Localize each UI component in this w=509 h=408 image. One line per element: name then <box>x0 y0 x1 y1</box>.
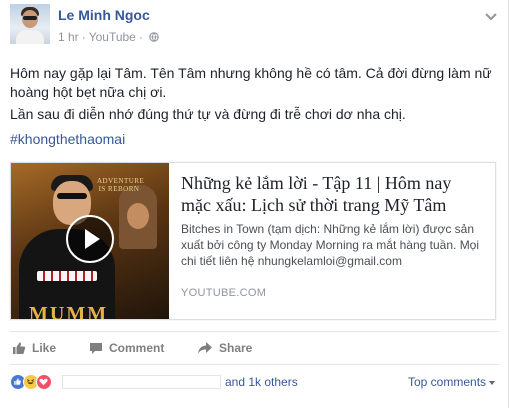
post-source[interactable]: YouTube <box>89 30 136 44</box>
caret-down-icon <box>489 380 496 385</box>
comment-icon <box>90 343 102 354</box>
thumbs-up-icon <box>13 342 26 354</box>
share-label: Share <box>219 341 253 355</box>
love-reaction-icon[interactable] <box>36 374 52 390</box>
author-name[interactable]: Le Minh Ngoc <box>58 7 150 23</box>
post-text-paragraph-1: Hôm nay gặp lại Tâm. Tên Tâm nhưng không… <box>10 65 492 100</box>
hashtag-link[interactable]: #khongthethaomai <box>10 131 125 147</box>
reactor-names-redacted <box>62 375 221 389</box>
video-thumbnail[interactable]: ADVENTURE IS REBORN MUMM <box>11 163 169 320</box>
globe-icon[interactable] <box>149 32 159 42</box>
link-preview-card[interactable]: ADVENTURE IS REBORN MUMM Những kẻ lắm lờ… <box>10 162 496 320</box>
like-button[interactable]: Like <box>12 338 56 358</box>
like-label: Like <box>32 341 57 355</box>
author-avatar[interactable] <box>10 4 50 44</box>
feed-post: Le Minh Ngoc 1 hr · YouTube · Hôm nay gặ… <box>0 0 509 408</box>
meta-separator: · <box>81 30 86 44</box>
reaction-icons[interactable] <box>10 373 52 391</box>
post-time[interactable]: 1 hr <box>58 30 79 44</box>
link-domain: YOUTUBE.COM <box>181 287 267 299</box>
comment-label: Comment <box>109 341 165 355</box>
link-description: Bitches in Town (tạm dịch: Những kẻ lắm … <box>181 222 480 268</box>
thumbnail-tagline: ADVENTURE IS REBORN <box>97 177 145 193</box>
link-preview-body[interactable]: Những kẻ lắm lời - Tập 11 | Hôm nay mặc … <box>179 163 489 319</box>
comment-sort-label: Top comments <box>408 375 487 389</box>
post-text-paragraph-2: Lần sau đi diễn nhớ đúng thứ tự và đừng … <box>10 106 406 122</box>
meta-separator: · <box>138 30 143 44</box>
divider <box>10 331 499 332</box>
play-icon[interactable] <box>66 215 114 263</box>
divider <box>10 364 499 365</box>
chevron-down-icon[interactable] <box>484 12 498 22</box>
share-icon <box>198 342 212 354</box>
post-meta: 1 hr · YouTube · <box>58 30 159 44</box>
comment-sort-dropdown[interactable]: Top comments <box>408 375 496 389</box>
link-title[interactable]: Những kẻ lắm lời - Tập 11 | Hôm nay mặc … <box>181 172 481 216</box>
thumbnail-movie-title: MUMM <box>29 303 109 320</box>
reaction-count-link[interactable]: and 1k others <box>225 375 298 389</box>
share-button[interactable]: Share <box>197 338 252 358</box>
comment-button[interactable]: Comment <box>89 338 164 358</box>
